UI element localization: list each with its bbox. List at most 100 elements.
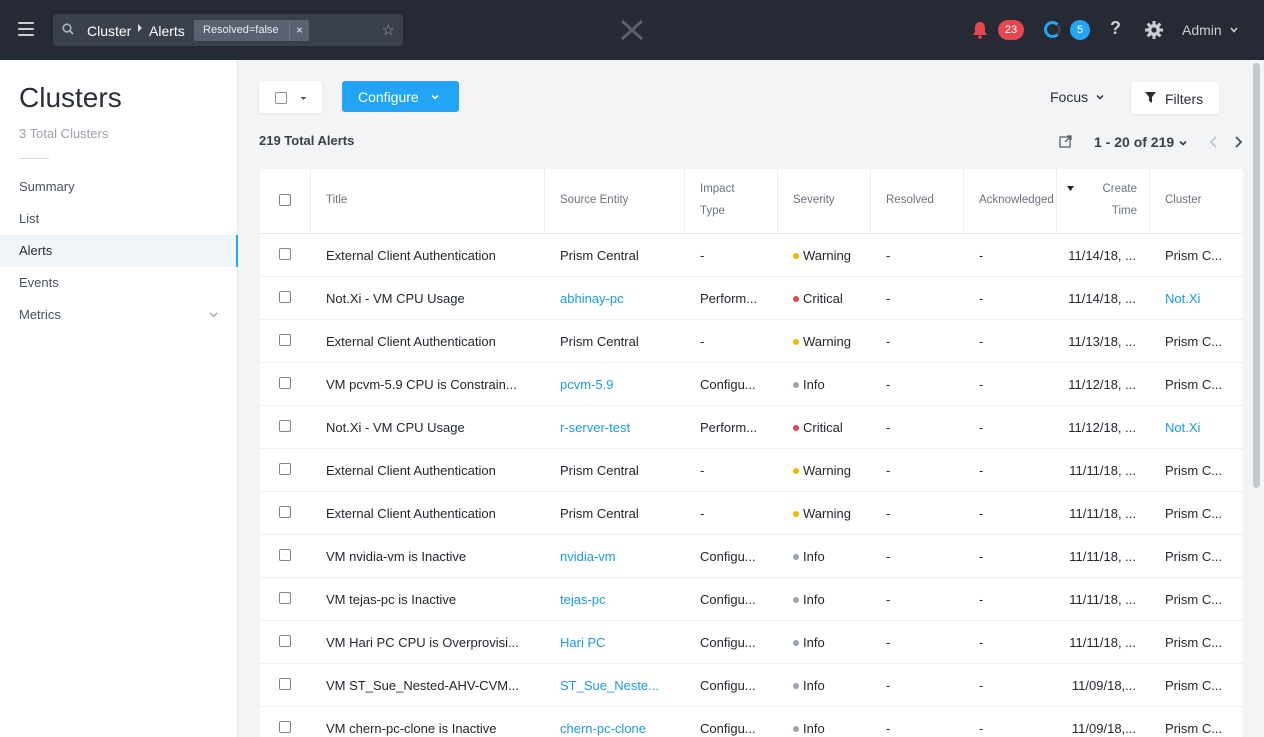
source-entity[interactable]: Hari PC xyxy=(560,635,606,650)
table-row[interactable]: External Client Authentication Prism Cent… xyxy=(260,492,1243,535)
row-checkbox[interactable] xyxy=(279,678,291,690)
alert-title[interactable]: VM tejas-pc is Inactive xyxy=(326,592,456,607)
sidebar-item-alerts[interactable]: Alerts xyxy=(0,235,238,267)
focus-dropdown[interactable]: Focus xyxy=(1050,89,1088,105)
alert-title[interactable]: External Client Authentication xyxy=(326,506,496,521)
source-entity[interactable]: tejas-pc xyxy=(560,592,606,607)
select-all-checkbox[interactable] xyxy=(275,92,287,104)
header-source-entity[interactable]: Source Entity xyxy=(545,169,685,234)
source-entity[interactable]: ST_Sue_Neste... xyxy=(560,678,659,693)
cluster-name[interactable]: Not.Xi xyxy=(1165,291,1200,306)
table-row[interactable]: VM Hari PC CPU is Overprovisi... Hari PC C… xyxy=(260,621,1243,664)
scrollbar[interactable] xyxy=(1253,63,1260,488)
acknowledged-value: - xyxy=(979,463,984,478)
filters-button[interactable]: Filters xyxy=(1131,82,1219,114)
tasks-count-badge[interactable]: 5 xyxy=(1070,20,1090,40)
row-checkbox[interactable] xyxy=(279,463,291,475)
resolved-value: - xyxy=(886,334,891,349)
help-icon[interactable]: ? xyxy=(1110,18,1121,39)
alerts-count-badge[interactable]: 23 xyxy=(998,20,1024,40)
chevron-left-icon[interactable] xyxy=(1209,136,1218,148)
header-title[interactable]: Title xyxy=(311,169,545,234)
header-select xyxy=(260,169,311,234)
row-checkbox[interactable] xyxy=(279,334,291,346)
header-resolved[interactable]: Resolved xyxy=(871,169,964,234)
chevron-down-icon[interactable] xyxy=(1096,93,1104,101)
acknowledged-value: - xyxy=(979,549,984,564)
chevron-down-icon[interactable] xyxy=(1230,26,1238,34)
hamburger-menu-icon[interactable] xyxy=(18,22,34,36)
row-checkbox[interactable] xyxy=(279,506,291,518)
configure-button[interactable]: Configure xyxy=(342,81,459,112)
row-checkbox[interactable] xyxy=(279,592,291,604)
sidebar-item-metrics[interactable]: Metrics xyxy=(0,299,238,331)
bulk-select-dropdown[interactable] xyxy=(259,81,322,113)
cluster-name: Prism C... xyxy=(1165,377,1223,392)
export-icon[interactable] xyxy=(1059,135,1072,148)
row-checkbox[interactable] xyxy=(279,248,291,260)
chevron-down-icon[interactable] xyxy=(209,310,218,319)
table-row[interactable]: External Client Authentication Prism Cent… xyxy=(260,234,1243,277)
row-checkbox[interactable] xyxy=(279,549,291,561)
source-entity[interactable]: nvidia-vm xyxy=(560,549,616,564)
sidebar-item-events[interactable]: Events xyxy=(0,267,238,299)
header-impact-type[interactable]: Impact Type xyxy=(685,169,778,234)
row-checkbox[interactable] xyxy=(279,721,291,733)
alert-title[interactable]: External Client Authentication xyxy=(326,334,496,349)
header-cluster-label: Cluster xyxy=(1165,194,1202,206)
breadcrumb-alerts[interactable]: Alerts xyxy=(149,23,185,39)
table-row[interactable]: VM ST_Sue_Nested-AHV-CVM... ST_Sue_Neste.… xyxy=(260,664,1243,707)
table-row[interactable]: VM nvidia-vm is Inactive nvidia-vm Configu… xyxy=(260,535,1243,578)
close-icon[interactable]: × xyxy=(289,20,309,41)
table-row[interactable]: VM pcvm-5.9 CPU is Constrain... pcvm-5.9 C… xyxy=(260,363,1243,406)
alert-title[interactable]: VM nvidia-vm is Inactive xyxy=(326,549,466,564)
bell-icon[interactable] xyxy=(972,21,988,39)
alert-title[interactable]: VM pcvm-5.9 CPU is Constrain... xyxy=(326,377,517,392)
filter-chip-resolved: Resolved=false × xyxy=(194,20,309,41)
header-severity[interactable]: Severity xyxy=(778,169,871,234)
severity-dot-icon xyxy=(793,553,799,560)
severity-dot-icon xyxy=(793,510,799,517)
chevron-right-icon[interactable] xyxy=(1234,136,1243,148)
breadcrumb-cluster[interactable]: Cluster xyxy=(87,23,131,39)
header-cluster[interactable]: Cluster xyxy=(1150,169,1243,234)
alert-title[interactable]: VM ST_Sue_Nested-AHV-CVM... xyxy=(326,678,519,693)
source-entity[interactable]: pcvm-5.9 xyxy=(560,377,613,392)
tasks-spinner-icon[interactable] xyxy=(1044,21,1061,38)
sidebar-item-label: Metrics xyxy=(19,307,61,322)
search-bar[interactable]: Cluster Alerts Resolved=false × ☆ xyxy=(53,14,403,46)
row-checkbox[interactable] xyxy=(279,420,291,432)
chevron-down-icon[interactable] xyxy=(1179,139,1187,147)
alert-title[interactable]: VM chern-pc-clone is Inactive xyxy=(326,721,497,736)
table-row[interactable]: VM tejas-pc is Inactive tejas-pc Configu..… xyxy=(260,578,1243,621)
alert-title[interactable]: VM Hari PC CPU is Overprovisi... xyxy=(326,635,519,650)
row-checkbox[interactable] xyxy=(279,635,291,647)
source-entity[interactable]: chern-pc-clone xyxy=(560,721,646,736)
sidebar-item-list[interactable]: List xyxy=(0,203,238,235)
header-create-time[interactable]: Create Time xyxy=(1057,169,1150,234)
alert-title[interactable]: Not.Xi - VM CPU Usage xyxy=(326,291,465,306)
header-acknowledged[interactable]: Acknowledged xyxy=(964,169,1057,234)
user-menu[interactable]: Admin xyxy=(1182,22,1222,38)
table-row[interactable]: Not.Xi - VM CPU Usage r-server-test Perfor… xyxy=(260,406,1243,449)
star-icon[interactable]: ☆ xyxy=(382,21,395,39)
alert-title[interactable]: Not.Xi - VM CPU Usage xyxy=(326,420,465,435)
source-entity[interactable]: abhinay-pc xyxy=(560,291,624,306)
source-entity[interactable]: r-server-test xyxy=(560,420,630,435)
chevron-down-icon[interactable] xyxy=(300,95,307,102)
sidebar: Clusters 3 Total Clusters Summary List A… xyxy=(0,60,238,737)
table-row[interactable]: VM chern-pc-clone is Inactive chern-pc-cl… xyxy=(260,707,1243,737)
row-checkbox[interactable] xyxy=(279,291,291,303)
cluster-name[interactable]: Not.Xi xyxy=(1165,420,1200,435)
configure-label: Configure xyxy=(358,89,419,105)
table-row[interactable]: External Client Authentication Prism Cent… xyxy=(260,449,1243,492)
pagination-range[interactable]: 1 - 20 of 219 xyxy=(1094,134,1174,150)
table-row[interactable]: External Client Authentication Prism Cent… xyxy=(260,320,1243,363)
table-row[interactable]: Not.Xi - VM CPU Usage abhinay-pc Perform..… xyxy=(260,277,1243,320)
sidebar-item-summary[interactable]: Summary xyxy=(0,171,238,203)
gear-icon[interactable] xyxy=(1145,21,1163,39)
alert-title[interactable]: External Client Authentication xyxy=(326,248,496,263)
alert-title[interactable]: External Client Authentication xyxy=(326,463,496,478)
select-all-rows-checkbox[interactable] xyxy=(279,194,291,206)
row-checkbox[interactable] xyxy=(279,377,291,389)
